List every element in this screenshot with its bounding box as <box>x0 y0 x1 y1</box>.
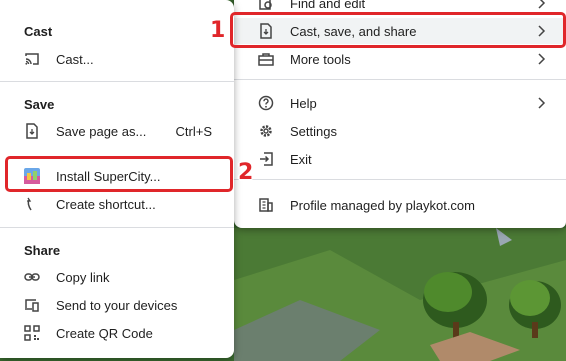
chevron-right-icon <box>536 97 546 109</box>
menu-label-profile: Profile managed by playkot.com <box>290 198 475 213</box>
exit-icon <box>258 151 274 167</box>
help-icon <box>258 95 274 111</box>
menu-divider <box>234 179 566 180</box>
link-icon <box>24 269 40 285</box>
menu-item-exit[interactable]: Exit <box>234 146 566 172</box>
menu-item-settings[interactable]: Settings <box>234 118 566 144</box>
submenu-item-cast[interactable]: Cast... <box>0 46 234 72</box>
annotation-step2-number: 2 <box>238 160 254 185</box>
submenu-label-copy-link: Copy link <box>56 270 110 285</box>
find-icon <box>258 0 274 11</box>
submenu-label-cast: Cast... <box>56 52 94 67</box>
chevron-right-icon <box>536 0 546 9</box>
toolbox-icon <box>258 51 274 67</box>
shortcut-ctrl-s: Ctrl+S <box>175 124 212 139</box>
submenu-label-create-shortcut: Create shortcut... <box>56 197 156 212</box>
menu-divider <box>234 79 566 80</box>
section-title-cast: Cast <box>24 24 53 39</box>
submenu-item-send-devices[interactable]: Send to your devices <box>0 292 234 318</box>
annotation-box-step1 <box>230 12 566 48</box>
devices-icon <box>24 297 40 313</box>
submenu-item-qr-code[interactable]: Create QR Code <box>0 320 234 346</box>
submenu-label-save-page: Save page as... <box>56 124 147 139</box>
shortcut-icon <box>24 196 40 212</box>
menu-label-find-edit: Find and edit <box>290 0 366 11</box>
gear-icon <box>258 123 274 139</box>
submenu-item-create-shortcut[interactable]: Create shortcut... <box>0 191 234 217</box>
menu-item-help[interactable]: Help <box>234 90 566 116</box>
section-title-save: Save <box>24 97 55 112</box>
menu-item-more-tools[interactable]: More tools <box>234 46 566 72</box>
menu-label-help: Help <box>290 96 317 111</box>
chevron-right-icon <box>536 53 546 65</box>
submenu-label-qr-code: Create QR Code <box>56 326 153 341</box>
menu-label-more-tools: More tools <box>290 52 351 67</box>
cast-icon <box>24 51 40 67</box>
annotation-step1-number: 1 <box>210 18 226 43</box>
building-icon <box>258 197 274 213</box>
submenu-item-copy-link[interactable]: Copy link <box>0 264 234 290</box>
qr-code-icon <box>24 325 40 341</box>
menu-item-profile-managed[interactable]: Profile managed by playkot.com <box>234 192 566 218</box>
submenu-label-send-devices: Send to your devices <box>56 298 178 313</box>
save-page-icon <box>24 123 40 139</box>
menu-divider <box>0 81 234 82</box>
menu-label-settings: Settings <box>290 124 337 139</box>
menu-label-exit: Exit <box>290 152 312 167</box>
section-title-share: Share <box>24 243 61 258</box>
annotation-box-step2 <box>5 156 233 192</box>
menu-divider <box>0 227 234 228</box>
submenu-item-save-page[interactable]: Save page as... Ctrl+S <box>0 118 234 144</box>
